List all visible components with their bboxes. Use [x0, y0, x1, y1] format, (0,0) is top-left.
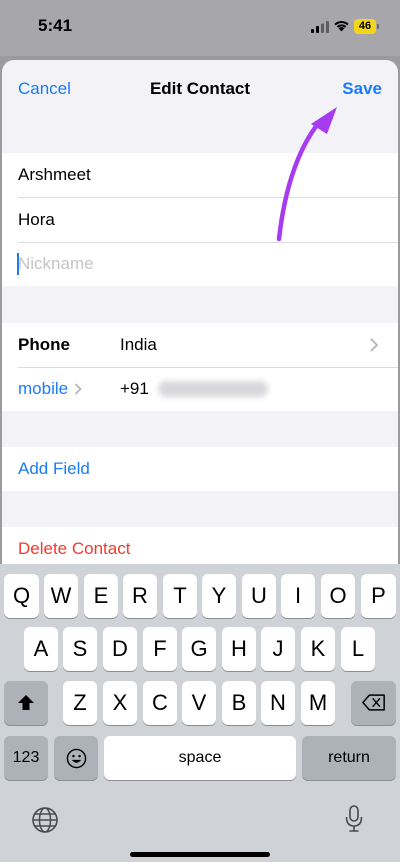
key-j[interactable]: J [261, 627, 295, 671]
phone-label: Phone [18, 335, 70, 354]
backspace-key[interactable] [351, 681, 396, 725]
key-h[interactable]: H [222, 627, 256, 671]
key-k[interactable]: K [301, 627, 335, 671]
microphone-icon[interactable] [344, 804, 364, 834]
first-name-value: Arshmeet [18, 165, 91, 184]
name-group: Arshmeet Hora Nickname [2, 153, 398, 286]
key-t[interactable]: T [163, 574, 197, 618]
key-d[interactable]: D [103, 627, 137, 671]
battery-icon: 46 [354, 19, 376, 34]
key-o[interactable]: O [321, 574, 355, 618]
cellular-signal-icon [311, 21, 329, 33]
delete-contact-label: Delete Contact [18, 539, 131, 558]
phone-country: India [120, 335, 157, 354]
key-b[interactable]: B [222, 681, 256, 725]
key-v[interactable]: V [182, 681, 216, 725]
redacted-phone-number[interactable] [158, 381, 268, 397]
status-bar: 5:41 46 [0, 0, 400, 56]
key-e[interactable]: E [84, 574, 118, 618]
chevron-right-icon [74, 383, 82, 395]
add-field-button[interactable]: Add Field [2, 447, 398, 491]
backspace-icon [361, 694, 385, 711]
key-p[interactable]: P [361, 574, 396, 618]
phone-number-row: mobile +91 [2, 367, 398, 411]
key-i[interactable]: I [281, 574, 315, 618]
wifi-icon [334, 20, 349, 32]
status-time: 5:41 [38, 16, 73, 35]
nickname-placeholder: Nickname [18, 254, 94, 273]
key-m[interactable]: M [301, 681, 335, 725]
save-button[interactable]: Save [342, 79, 382, 99]
key-r[interactable]: R [123, 574, 157, 618]
phone-country-row[interactable]: Phone India [2, 323, 398, 367]
key-y[interactable]: Y [202, 574, 236, 618]
return-key[interactable]: return [302, 736, 396, 780]
nickname-field[interactable]: Nickname [2, 242, 398, 286]
key-w[interactable]: W [44, 574, 78, 618]
phone-type-button[interactable]: mobile [18, 379, 68, 399]
shift-icon [18, 695, 34, 710]
numbers-key[interactable]: 123 [4, 736, 48, 780]
key-c[interactable]: C [143, 681, 177, 725]
add-field-label: Add Field [18, 459, 90, 478]
last-name-value: Hora [18, 210, 55, 229]
key-q[interactable]: Q [4, 574, 39, 618]
key-u[interactable]: U [242, 574, 276, 618]
first-name-field[interactable]: Arshmeet [2, 153, 398, 197]
globe-icon[interactable] [31, 806, 59, 834]
emoji-icon [66, 748, 86, 769]
key-x[interactable]: X [103, 681, 137, 725]
home-indicator [130, 852, 270, 857]
nav-bar: Cancel Edit Contact Save [2, 60, 398, 118]
key-l[interactable]: L [341, 627, 375, 671]
battery-tip [377, 24, 379, 29]
space-key[interactable]: space [104, 736, 296, 780]
chevron-right-icon [370, 338, 379, 352]
key-g[interactable]: G [182, 627, 216, 671]
add-field-group: Add Field [2, 447, 398, 491]
key-z[interactable]: Z [63, 681, 97, 725]
key-s[interactable]: S [63, 627, 97, 671]
shift-key[interactable] [4, 681, 48, 725]
page-title: Edit Contact [149, 79, 251, 98]
key-a[interactable]: A [24, 627, 58, 671]
last-name-field[interactable]: Hora [2, 198, 398, 242]
phone-group: Phone India mobile +91 [2, 323, 398, 411]
key-n[interactable]: N [261, 681, 295, 725]
emoji-key[interactable] [54, 736, 98, 780]
key-f[interactable]: F [143, 627, 177, 671]
phone-country-code: +91 [120, 379, 149, 398]
